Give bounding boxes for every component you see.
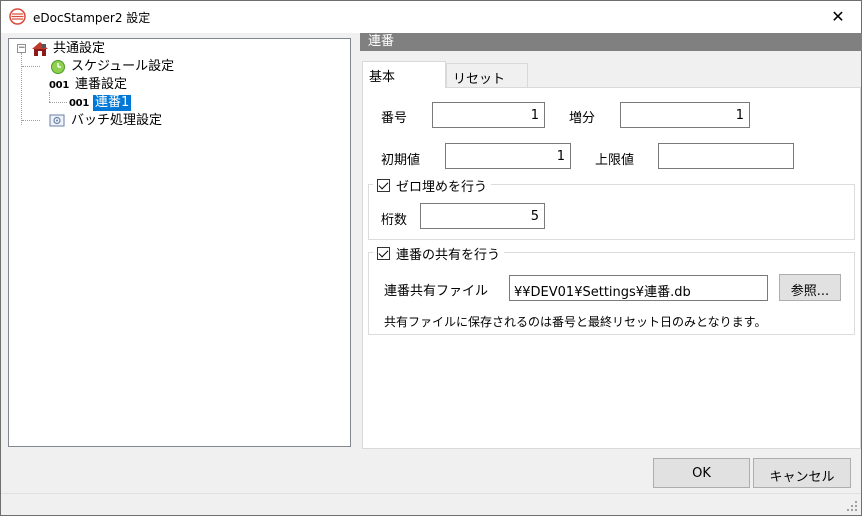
share-note: 共有ファイルに保存されるのは番号と最終リセット日のみとなります。 — [384, 315, 767, 329]
batch-icon — [49, 113, 67, 129]
resize-grip-icon[interactable] — [846, 500, 858, 512]
tree-connector — [22, 120, 40, 121]
tree-item-label: 連番1 — [92, 95, 132, 111]
digits-label: 桁数 — [381, 213, 408, 228]
settings-tree[interactable]: − 共通設定 スケジュール設定 001 連番設定 001 連番1 バッチ処理設定 — [8, 38, 351, 447]
tree-connector — [21, 53, 22, 125]
tree-item-label: バッチ処理設定 — [71, 113, 163, 128]
increment-label: 増分 — [569, 111, 596, 126]
tree-item-batch[interactable]: バッチ処理設定 — [49, 112, 164, 130]
tree-item-label: 連番設定 — [74, 77, 127, 92]
tree-collapse-toggle[interactable]: − — [17, 44, 26, 53]
tree-item-common-settings[interactable]: 共通設定 — [31, 40, 107, 58]
settings-window: eDocStamper2 設定 ✕ − 共通設定 スケジュール設定 001 連番… — [0, 0, 862, 516]
tab-reset[interactable]: リセット — [446, 63, 528, 88]
clock-icon — [49, 59, 67, 75]
tab-basic[interactable]: 基本 — [362, 61, 446, 88]
tree-item-schedule[interactable]: スケジュール設定 — [49, 58, 176, 76]
tree-item-label: スケジュール設定 — [71, 59, 175, 74]
tree-item-label: 共通設定 — [53, 41, 106, 56]
share-checkbox-row[interactable]: 連番の共有を行う — [373, 244, 505, 263]
tree-connector — [49, 102, 67, 103]
zero-pad-checkbox-row[interactable]: ゼロ埋めを行う — [373, 176, 492, 195]
title-bar[interactable]: eDocStamper2 設定 ✕ — [1, 1, 861, 33]
number-label: 番号 — [381, 111, 408, 126]
share-file-label: 連番共有ファイル — [384, 284, 489, 299]
section-header: 連番 — [360, 33, 862, 51]
share-file-field[interactable]: ¥¥DEV01¥Settings¥連番.db — [509, 275, 768, 301]
zero-pad-legend: ゼロ埋めを行う — [396, 180, 488, 195]
sequence-number-icon: 001 — [69, 97, 89, 109]
number-field[interactable]: 1 — [432, 102, 545, 128]
cancel-button[interactable]: キャンセル — [753, 458, 851, 488]
initial-value-label: 初期値 — [381, 153, 421, 168]
tree-item-sequence-1[interactable]: 001 連番1 — [69, 94, 132, 112]
status-divider — [1, 493, 861, 494]
app-logo-icon — [9, 8, 26, 25]
sequence-number-icon: 001 — [49, 79, 69, 91]
zero-pad-checkbox[interactable] — [377, 179, 390, 192]
initial-value-field[interactable]: 1 — [445, 143, 571, 169]
browse-button[interactable]: 参照... — [779, 274, 841, 301]
window-title: eDocStamper2 設定 — [33, 11, 151, 25]
increment-field[interactable]: 1 — [620, 102, 750, 128]
share-checkbox[interactable] — [377, 247, 390, 260]
tree-connector — [22, 66, 40, 67]
close-icon: ✕ — [831, 7, 845, 26]
tree-item-sequence-settings[interactable]: 001 連番設定 — [49, 76, 129, 94]
share-legend: 連番の共有を行う — [396, 248, 501, 263]
digits-field[interactable]: 5 — [420, 203, 545, 229]
upper-limit-field[interactable] — [658, 143, 794, 169]
upper-limit-label: 上限値 — [595, 153, 635, 168]
ok-button[interactable]: OK — [653, 458, 750, 488]
close-button[interactable]: ✕ — [815, 1, 861, 32]
home-settings-icon — [31, 41, 49, 57]
